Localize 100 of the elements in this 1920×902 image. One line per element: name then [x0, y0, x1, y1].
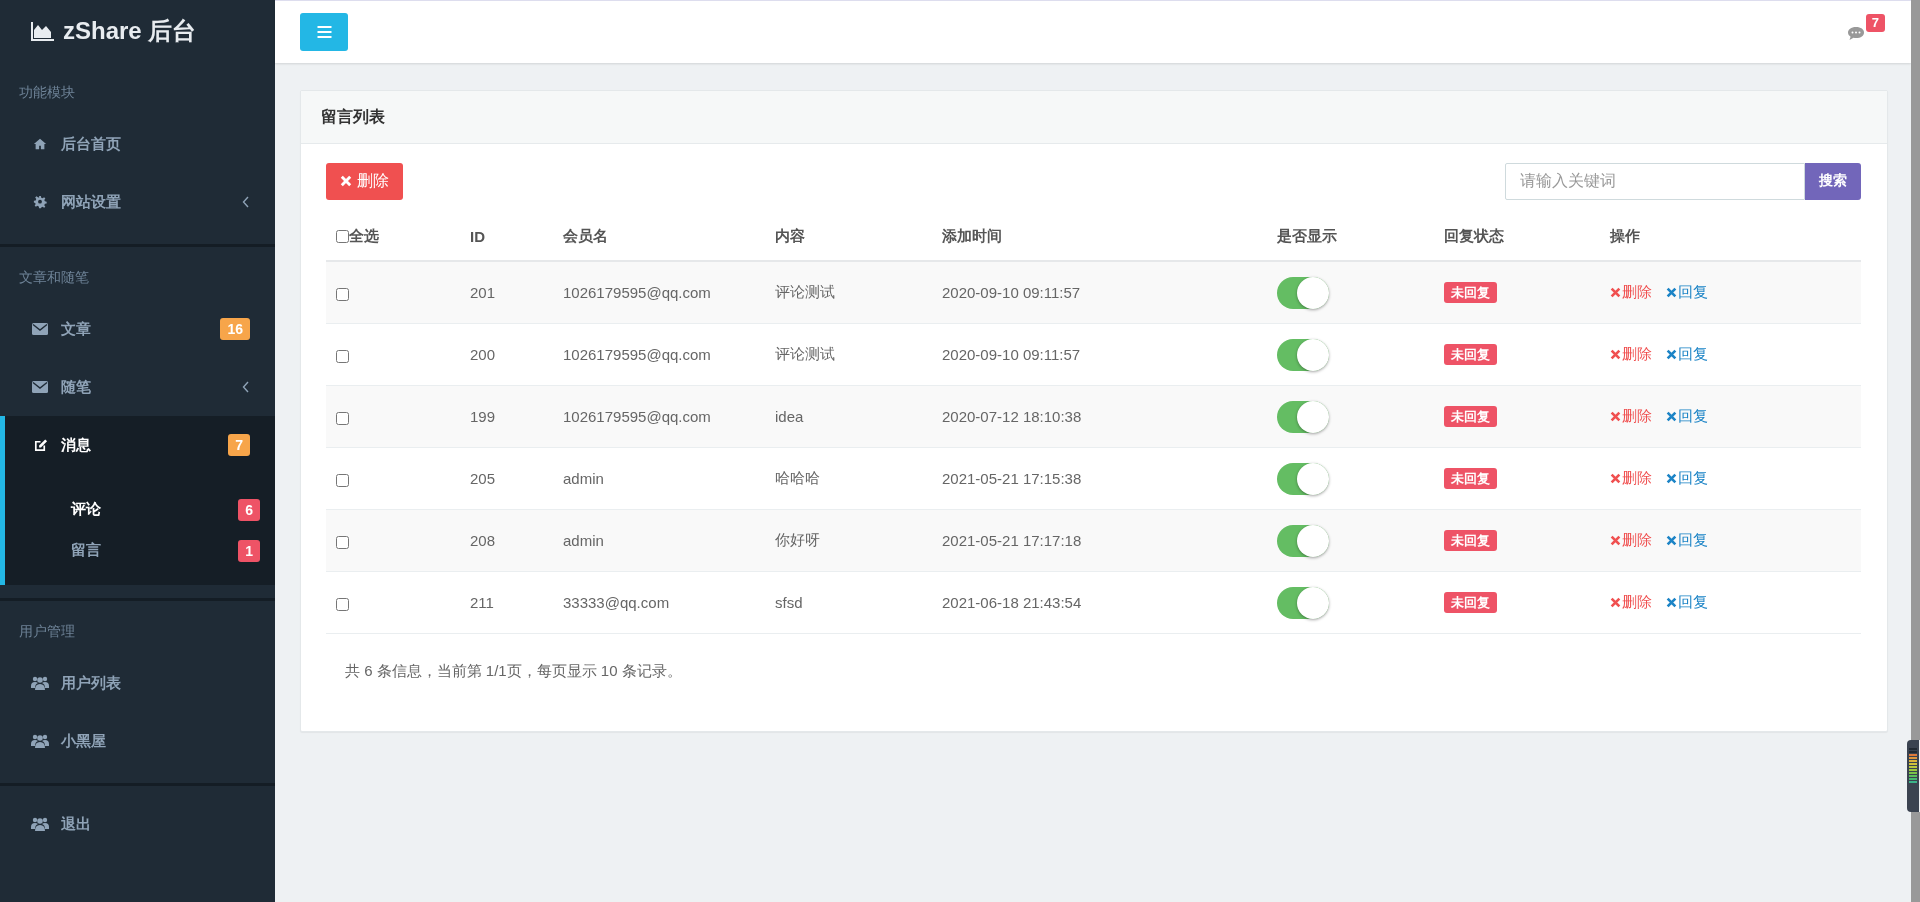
- id-cell: 205: [470, 470, 496, 487]
- member-cell: 1026179595@qq.com: [563, 346, 711, 363]
- toggle-switch[interactable]: [1277, 524, 1329, 557]
- logo[interactable]: zShare 后台: [0, 0, 275, 62]
- edit-icon: [32, 437, 48, 453]
- member-cell: admin: [563, 532, 604, 549]
- column-header: 添加时间: [942, 226, 1002, 244]
- delete-link[interactable]: 删除: [1610, 593, 1652, 612]
- sidebar-item[interactable]: 后台首页: [0, 115, 275, 173]
- sidebar-item[interactable]: 小黑屋: [0, 712, 275, 770]
- id-cell: 208: [470, 532, 496, 549]
- column-header: 操作: [1610, 226, 1640, 244]
- status-badge: 未回复: [1444, 282, 1497, 303]
- sidebar-item[interactable]: 退出: [0, 795, 275, 853]
- member-cell: 1026179595@qq.com: [563, 284, 711, 301]
- member-cell: 1026179595@qq.com: [563, 408, 711, 425]
- reply-link[interactable]: 回复: [1666, 407, 1708, 426]
- chart-icon: [31, 21, 55, 41]
- content-cell: 评论测试: [775, 345, 835, 362]
- count-badge: 7: [228, 434, 250, 456]
- id-cell: 201: [470, 284, 496, 301]
- close-icon: [1666, 597, 1677, 608]
- notification-badge: 7: [1865, 14, 1885, 32]
- member-cell: admin: [563, 470, 604, 487]
- content-cell: 评论测试: [775, 283, 835, 300]
- toggle-switch[interactable]: [1277, 586, 1329, 619]
- mail-icon: [32, 381, 48, 393]
- reply-link[interactable]: 回复: [1666, 531, 1708, 550]
- reply-link[interactable]: 回复: [1666, 345, 1708, 364]
- status-badge: 未回复: [1444, 344, 1497, 365]
- content-cell: sfsd: [775, 594, 803, 611]
- users-icon: [31, 676, 49, 690]
- time-cell: 2021-05-21 17:17:18: [942, 532, 1082, 549]
- column-header: ID: [470, 227, 485, 245]
- row-checkbox[interactable]: [336, 349, 349, 363]
- reply-link[interactable]: 回复: [1666, 469, 1708, 488]
- sidebar-item[interactable]: 用户列表: [0, 654, 275, 712]
- column-header: 内容: [775, 226, 805, 244]
- count-badge: 16: [220, 318, 250, 340]
- delete-button[interactable]: 删除: [326, 162, 403, 200]
- submenu-item[interactable]: 评论 6: [0, 489, 275, 530]
- content-cell: 你好呀: [775, 531, 820, 548]
- time-cell: 2020-07-12 18:10:38: [942, 408, 1082, 425]
- status-badge: 未回复: [1444, 592, 1497, 613]
- count-badge: 1: [238, 539, 260, 562]
- close-icon: [1610, 411, 1621, 422]
- row-checkbox[interactable]: [336, 597, 349, 611]
- delete-link[interactable]: 删除: [1610, 531, 1652, 550]
- reply-link[interactable]: 回复: [1666, 283, 1708, 302]
- toggle-switch[interactable]: [1277, 338, 1329, 371]
- id-cell: 200: [470, 346, 496, 363]
- column-header: 全选: [349, 226, 379, 246]
- scrollbar[interactable]: [1911, 812, 1920, 902]
- sidebar-item[interactable]: 文章 16: [0, 300, 275, 358]
- delete-link[interactable]: 删除: [1610, 469, 1652, 488]
- level-meter-drawing: [1907, 740, 1919, 812]
- close-icon: [1610, 597, 1621, 608]
- toggle-switch[interactable]: [1277, 462, 1329, 495]
- row-checkbox[interactable]: [336, 287, 349, 301]
- delete-link[interactable]: 删除: [1610, 283, 1652, 302]
- delete-link[interactable]: 删除: [1610, 345, 1652, 364]
- toggle-switch[interactable]: [1277, 400, 1329, 433]
- status-badge: 未回复: [1444, 530, 1497, 551]
- menu-button[interactable]: [300, 13, 348, 51]
- reply-link[interactable]: 回复: [1666, 593, 1708, 612]
- count-badge: 6: [238, 498, 260, 521]
- pagination-info: 共 6 条信息，当前第 1/1页，每页显示 10 条记录。: [345, 662, 682, 679]
- section-title: 功能模块: [18, 83, 76, 102]
- sidebar-item[interactable]: 网站设置: [0, 173, 275, 231]
- chat-icon[interactable]: [1847, 26, 1865, 41]
- close-icon: [1666, 349, 1677, 360]
- row-checkbox[interactable]: [336, 473, 349, 487]
- sidebar-item[interactable]: 随笔: [0, 358, 275, 416]
- content-cell: 哈哈哈: [775, 469, 820, 486]
- section-title: 用户管理: [18, 622, 76, 641]
- close-icon: [1666, 535, 1677, 546]
- close-icon: [1666, 473, 1677, 484]
- delete-link[interactable]: 删除: [1610, 407, 1652, 426]
- close-icon: [1610, 287, 1621, 298]
- id-cell: 211: [470, 594, 494, 611]
- select-all-checkbox[interactable]: [336, 229, 349, 243]
- close-icon: [1666, 287, 1677, 298]
- submenu-item[interactable]: 留言 1: [0, 530, 275, 571]
- scrollbar[interactable]: [1911, 0, 1920, 740]
- close-icon: [1610, 473, 1621, 484]
- member-cell: 33333@qq.com: [563, 594, 670, 611]
- column-header: 是否显示: [1277, 226, 1337, 244]
- toggle-switch[interactable]: [1277, 276, 1329, 309]
- menu-icon: [316, 26, 332, 38]
- row-checkbox[interactable]: [336, 535, 349, 549]
- users-icon: [31, 734, 49, 748]
- search-field[interactable]: 请输入关键词: [1505, 162, 1805, 200]
- column-header: 回复状态: [1444, 226, 1504, 244]
- search-button[interactable]: 搜索: [1805, 162, 1861, 200]
- row-checkbox[interactable]: [336, 411, 349, 425]
- mail-icon: [32, 323, 48, 335]
- id-cell: 199: [470, 408, 496, 425]
- users-icon: [31, 817, 49, 831]
- close-icon: [1666, 411, 1677, 422]
- sidebar-item[interactable]: 消息 7: [0, 416, 275, 474]
